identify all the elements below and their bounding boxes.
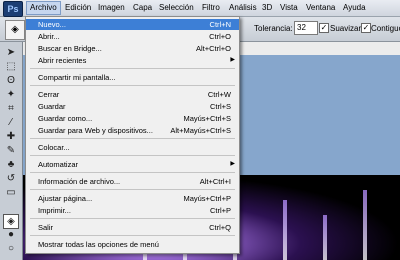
dodge-tool-icon[interactable]: ○ [4,242,18,255]
crop-tool-icon[interactable]: ⌗ [4,102,18,115]
marquee-tool-icon[interactable]: ⬚ [4,60,18,73]
menu-item-guardar[interactable]: Guardar Ctrl+S [26,101,239,112]
contiguo-checkbox[interactable]: ✓ [361,23,371,33]
menu-ayuda[interactable]: Ayuda [340,2,369,14]
menu-item-automatizar[interactable]: Automatizar ▶ [26,159,239,170]
tools-panel: ➤ ⬚ ʘ ✦ ⌗ ⁄ ✚ ✎ ♣ ↺ ▭ ◈ ● ○ [0,42,23,260]
menu-item-imprimir[interactable]: Imprimir... Ctrl+P [26,205,239,216]
paint-bucket-icon[interactable]: ◈ [5,20,25,40]
menu-filtro[interactable]: Filtro [199,2,223,14]
menu-analisis[interactable]: Análisis [226,2,260,14]
file-menu-dropdown: Nuevo... Ctrl+N Abrir... Ctrl+O Buscar en … [25,16,240,254]
brush-tool-icon[interactable]: ✎ [4,144,18,157]
submenu-arrow-icon: ▶ [230,161,235,167]
menu-item-mostrar-todas[interactable]: Mostrar todas las opciones de menú [26,239,239,250]
suavizar-checkbox[interactable]: ✓ [319,23,329,33]
menu-item-colocar[interactable]: Colocar... [26,142,239,153]
eyedropper-tool-icon[interactable]: ⁄ [4,116,18,129]
menu-seleccion[interactable]: Selección [156,2,197,14]
menu-item-guardar-web[interactable]: Guardar para Web y dispositivos... Alt+Ma… [26,125,239,136]
lasso-tool-icon[interactable]: ʘ [4,74,18,87]
menu-item-ajustar-pagina[interactable]: Ajustar página... Mayús+Ctrl+P [26,193,239,204]
tolerance-label: Tolerancia: [254,24,293,33]
menu-item-abrir-recientes[interactable]: Abrir recientes ▶ [26,55,239,66]
contiguo-label: Contiguo [371,24,400,33]
history-brush-tool-icon[interactable]: ↺ [4,172,18,185]
suavizar-label: Suavizar [330,24,362,33]
eraser-tool-icon[interactable]: ▭ [4,186,18,199]
move-tool-icon[interactable]: ➤ [4,46,18,59]
menu-capa[interactable]: Capa [130,2,155,14]
menu-imagen[interactable]: Imagen [95,2,128,14]
menu-item-salir[interactable]: Salir Ctrl+Q [26,222,239,233]
menu-item-compartir[interactable]: Compartir mi pantalla... [26,72,239,83]
submenu-arrow-icon: ▶ [230,57,235,63]
menu-vista[interactable]: Vista [277,2,301,14]
menu-item-cerrar[interactable]: Cerrar Ctrl+W [26,89,239,100]
menu-3d[interactable]: 3D [259,2,275,14]
menu-archivo[interactable]: Archivo [26,1,61,15]
clone-stamp-tool-icon[interactable]: ♣ [4,158,18,171]
tolerance-input[interactable]: 32 [294,21,318,35]
magic-wand-tool-icon[interactable]: ✦ [4,88,18,101]
menu-item-abrir[interactable]: Abrir... Ctrl+O [26,31,239,42]
menu-item-buscar-bridge[interactable]: Buscar en Bridge... Alt+Ctrl+O [26,43,239,54]
menu-item-nuevo[interactable]: Nuevo... Ctrl+N [26,19,239,30]
healing-brush-tool-icon[interactable]: ✚ [4,130,18,143]
menu-edicion[interactable]: Edición [62,2,94,14]
menu-ventana[interactable]: Ventana [303,2,338,14]
paint-bucket-tool-icon[interactable]: ◈ [3,214,19,229]
menu-item-guardar-como[interactable]: Guardar como... Mayús+Ctrl+S [26,113,239,124]
menu-item-informacion[interactable]: Información de archivo... Alt+Ctrl+I [26,176,239,187]
menu-bar: Ps Archivo Edición Imagen Capa Selección… [0,0,400,17]
photoshop-logo: Ps [3,1,23,17]
blur-tool-icon[interactable]: ● [4,228,18,241]
